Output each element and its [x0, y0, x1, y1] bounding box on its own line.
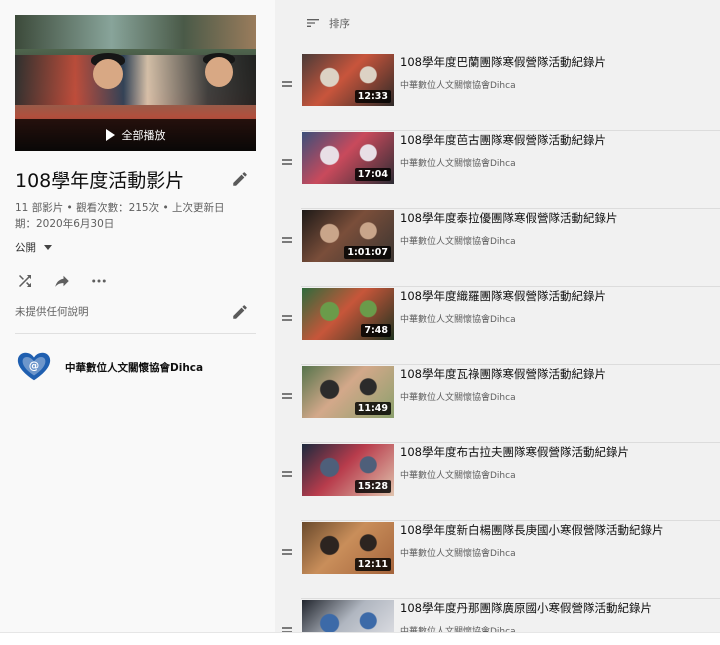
sort-label: 排序: [329, 17, 350, 30]
video-thumbnail[interactable]: 1:01:07: [302, 210, 394, 262]
video-channel[interactable]: 中華數位人文關懷協會Dihca: [400, 234, 516, 247]
video-duration: 7:48: [361, 324, 391, 337]
video-title[interactable]: 108學年度新白楊團隊長庚國小寒假營隊活動紀錄片: [400, 522, 663, 538]
video-channel[interactable]: 中華數位人文關懷協會Dihca: [400, 78, 516, 91]
video-thumbnail[interactable]: 15:28: [302, 444, 394, 496]
item-divider: [301, 520, 720, 521]
playlist-video-item[interactable]: 12:11 108學年度新白楊團隊長庚國小寒假營隊活動紀錄片 中華數位人文關懷協會D…: [275, 522, 720, 599]
video-thumbnail[interactable]: [302, 600, 394, 632]
video-thumbnail[interactable]: 12:11: [302, 522, 394, 574]
video-title[interactable]: 108學年度布古拉夫團隊寒假營隊活動紀錄片: [400, 444, 629, 460]
video-thumbnail[interactable]: 17:04: [302, 132, 394, 184]
video-title[interactable]: 108學年度丹那團隊廣原國小寒假營隊活動紀錄片: [400, 600, 652, 616]
heart-logo-icon: @: [17, 352, 51, 381]
item-divider: [301, 598, 720, 599]
video-channel[interactable]: 中華數位人文關懷協會Dihca: [400, 546, 516, 559]
drag-handle-icon[interactable]: [282, 158, 292, 166]
playlist-owner[interactable]: @ 中華數位人文關懷協會Dihca: [15, 348, 203, 386]
playlist-description: 未提供任何說明: [15, 306, 89, 318]
drag-handle-icon[interactable]: [282, 548, 292, 556]
edit-description-button[interactable]: [230, 302, 250, 322]
play-all-button[interactable]: 全部播放: [15, 119, 256, 151]
sort-button[interactable]: 排序: [305, 15, 350, 31]
pencil-icon: [233, 305, 247, 319]
video-title[interactable]: 108學年度芭古團隊寒假營隊活動紀錄片: [400, 132, 606, 148]
playlist-title: 108學年度活動影片: [15, 170, 185, 192]
more-options-button[interactable]: [89, 271, 109, 291]
video-title[interactable]: 108學年度巴蘭團隊寒假營隊活動紀錄片: [400, 54, 606, 70]
video-duration: 11:49: [354, 402, 391, 415]
drag-handle-icon[interactable]: [282, 80, 292, 88]
video-duration: 15:28: [354, 480, 391, 493]
playlist-video-item[interactable]: 7:48 108學年度織羅團隊寒假營隊活動紀錄片 中華數位人文關懷協會Dihca: [275, 288, 720, 365]
video-thumbnail[interactable]: 12:33: [302, 54, 394, 106]
playlist-video-item[interactable]: 108學年度丹那團隊廣原國小寒假營隊活動紀錄片中華數位人文關懷協會Dihca: [275, 600, 720, 632]
playlist-video-list: 排序 12:33 108學年度巴蘭團隊寒假營隊活動紀錄片 中華數位人文關懷協會Dih…: [275, 0, 720, 632]
item-divider: [301, 208, 720, 209]
shuffle-button[interactable]: [15, 271, 35, 291]
owner-logo-at: @: [29, 360, 39, 372]
drag-handle-icon[interactable]: [282, 470, 292, 478]
video-channel[interactable]: 中華數位人文關懷協會Dihca: [400, 390, 516, 403]
playlist-video-item[interactable]: 15:28 108學年度布古拉夫團隊寒假營隊活動紀錄片 中華數位人文關懷協會Dihc…: [275, 444, 720, 521]
drag-handle-icon[interactable]: [282, 314, 292, 322]
video-duration: 12:11: [354, 558, 391, 571]
playlist-video-item[interactable]: 1:01:07 108學年度泰拉優團隊寒假營隊活動紀錄片 中華數位人文關懷協會Dih…: [275, 210, 720, 287]
drag-handle-icon[interactable]: [282, 392, 292, 400]
video-title[interactable]: 108學年度瓦祿團隊寒假營隊活動紀錄片: [400, 366, 606, 382]
sidebar-divider: [15, 333, 256, 334]
share-button[interactable]: [52, 271, 72, 291]
drag-handle-icon[interactable]: [282, 236, 292, 244]
video-title[interactable]: 108學年度織羅團隊寒假營隊活動紀錄片: [400, 288, 606, 304]
playlist-sidebar: 全部播放 108學年度活動影片 11 部影片 • 觀看次數：215次 • 上次更…: [0, 0, 275, 632]
playlist-video-item[interactable]: 11:49 108學年度瓦祿團隊寒假營隊活動紀錄片 中華數位人文關懷協會Dihca: [275, 366, 720, 443]
channel-logo[interactable]: @: [15, 348, 53, 386]
item-divider: [301, 364, 720, 365]
video-channel[interactable]: 中華數位人文關懷協會Dihca: [400, 156, 516, 169]
playlist-stats: 11 部影片 • 觀看次數：215次 • 上次更新日期：2020年6月30日: [15, 202, 225, 230]
playlist-video-item[interactable]: 17:04 108學年度芭古團隊寒假營隊活動紀錄片 中華數位人文關懷協會Dihca: [275, 132, 720, 209]
video-title[interactable]: 108學年度泰拉優團隊寒假營隊活動紀錄片: [400, 210, 617, 226]
more-horizontal-icon: [92, 279, 106, 283]
playlist-actions: [15, 271, 109, 291]
play-icon: [105, 129, 115, 141]
shuffle-icon: [19, 275, 31, 287]
sort-icon: [307, 19, 319, 27]
privacy-label: 公開: [15, 242, 36, 254]
item-divider: [301, 130, 720, 131]
item-divider: [301, 442, 720, 443]
video-duration: 1:01:07: [344, 246, 391, 259]
item-divider: [301, 286, 720, 287]
privacy-dropdown[interactable]: 公開: [15, 240, 52, 255]
playlist-video-item[interactable]: 12:33 108學年度巴蘭團隊寒假營隊活動紀錄片 中華數位人文關懷協會Dihca: [275, 54, 720, 131]
video-thumbnail[interactable]: 7:48: [302, 288, 394, 340]
owner-name-link[interactable]: 中華數位人文關懷協會Dihca: [65, 360, 203, 375]
video-channel[interactable]: 中華數位人文關懷協會Dihca: [400, 312, 516, 325]
bottom-bar: [0, 632, 720, 645]
edit-title-button[interactable]: [230, 169, 250, 189]
pencil-icon: [233, 172, 247, 186]
caret-down-icon: [44, 245, 52, 250]
play-all-label: 全部播放: [121, 129, 166, 142]
video-thumbnail[interactable]: 11:49: [302, 366, 394, 418]
share-arrow-icon: [55, 275, 69, 287]
video-channel[interactable]: 中華數位人文關懷協會Dihca: [400, 624, 516, 632]
video-channel[interactable]: 中華數位人文關懷協會Dihca: [400, 468, 516, 481]
video-duration: 17:04: [354, 168, 391, 181]
video-duration: 12:33: [354, 90, 391, 103]
